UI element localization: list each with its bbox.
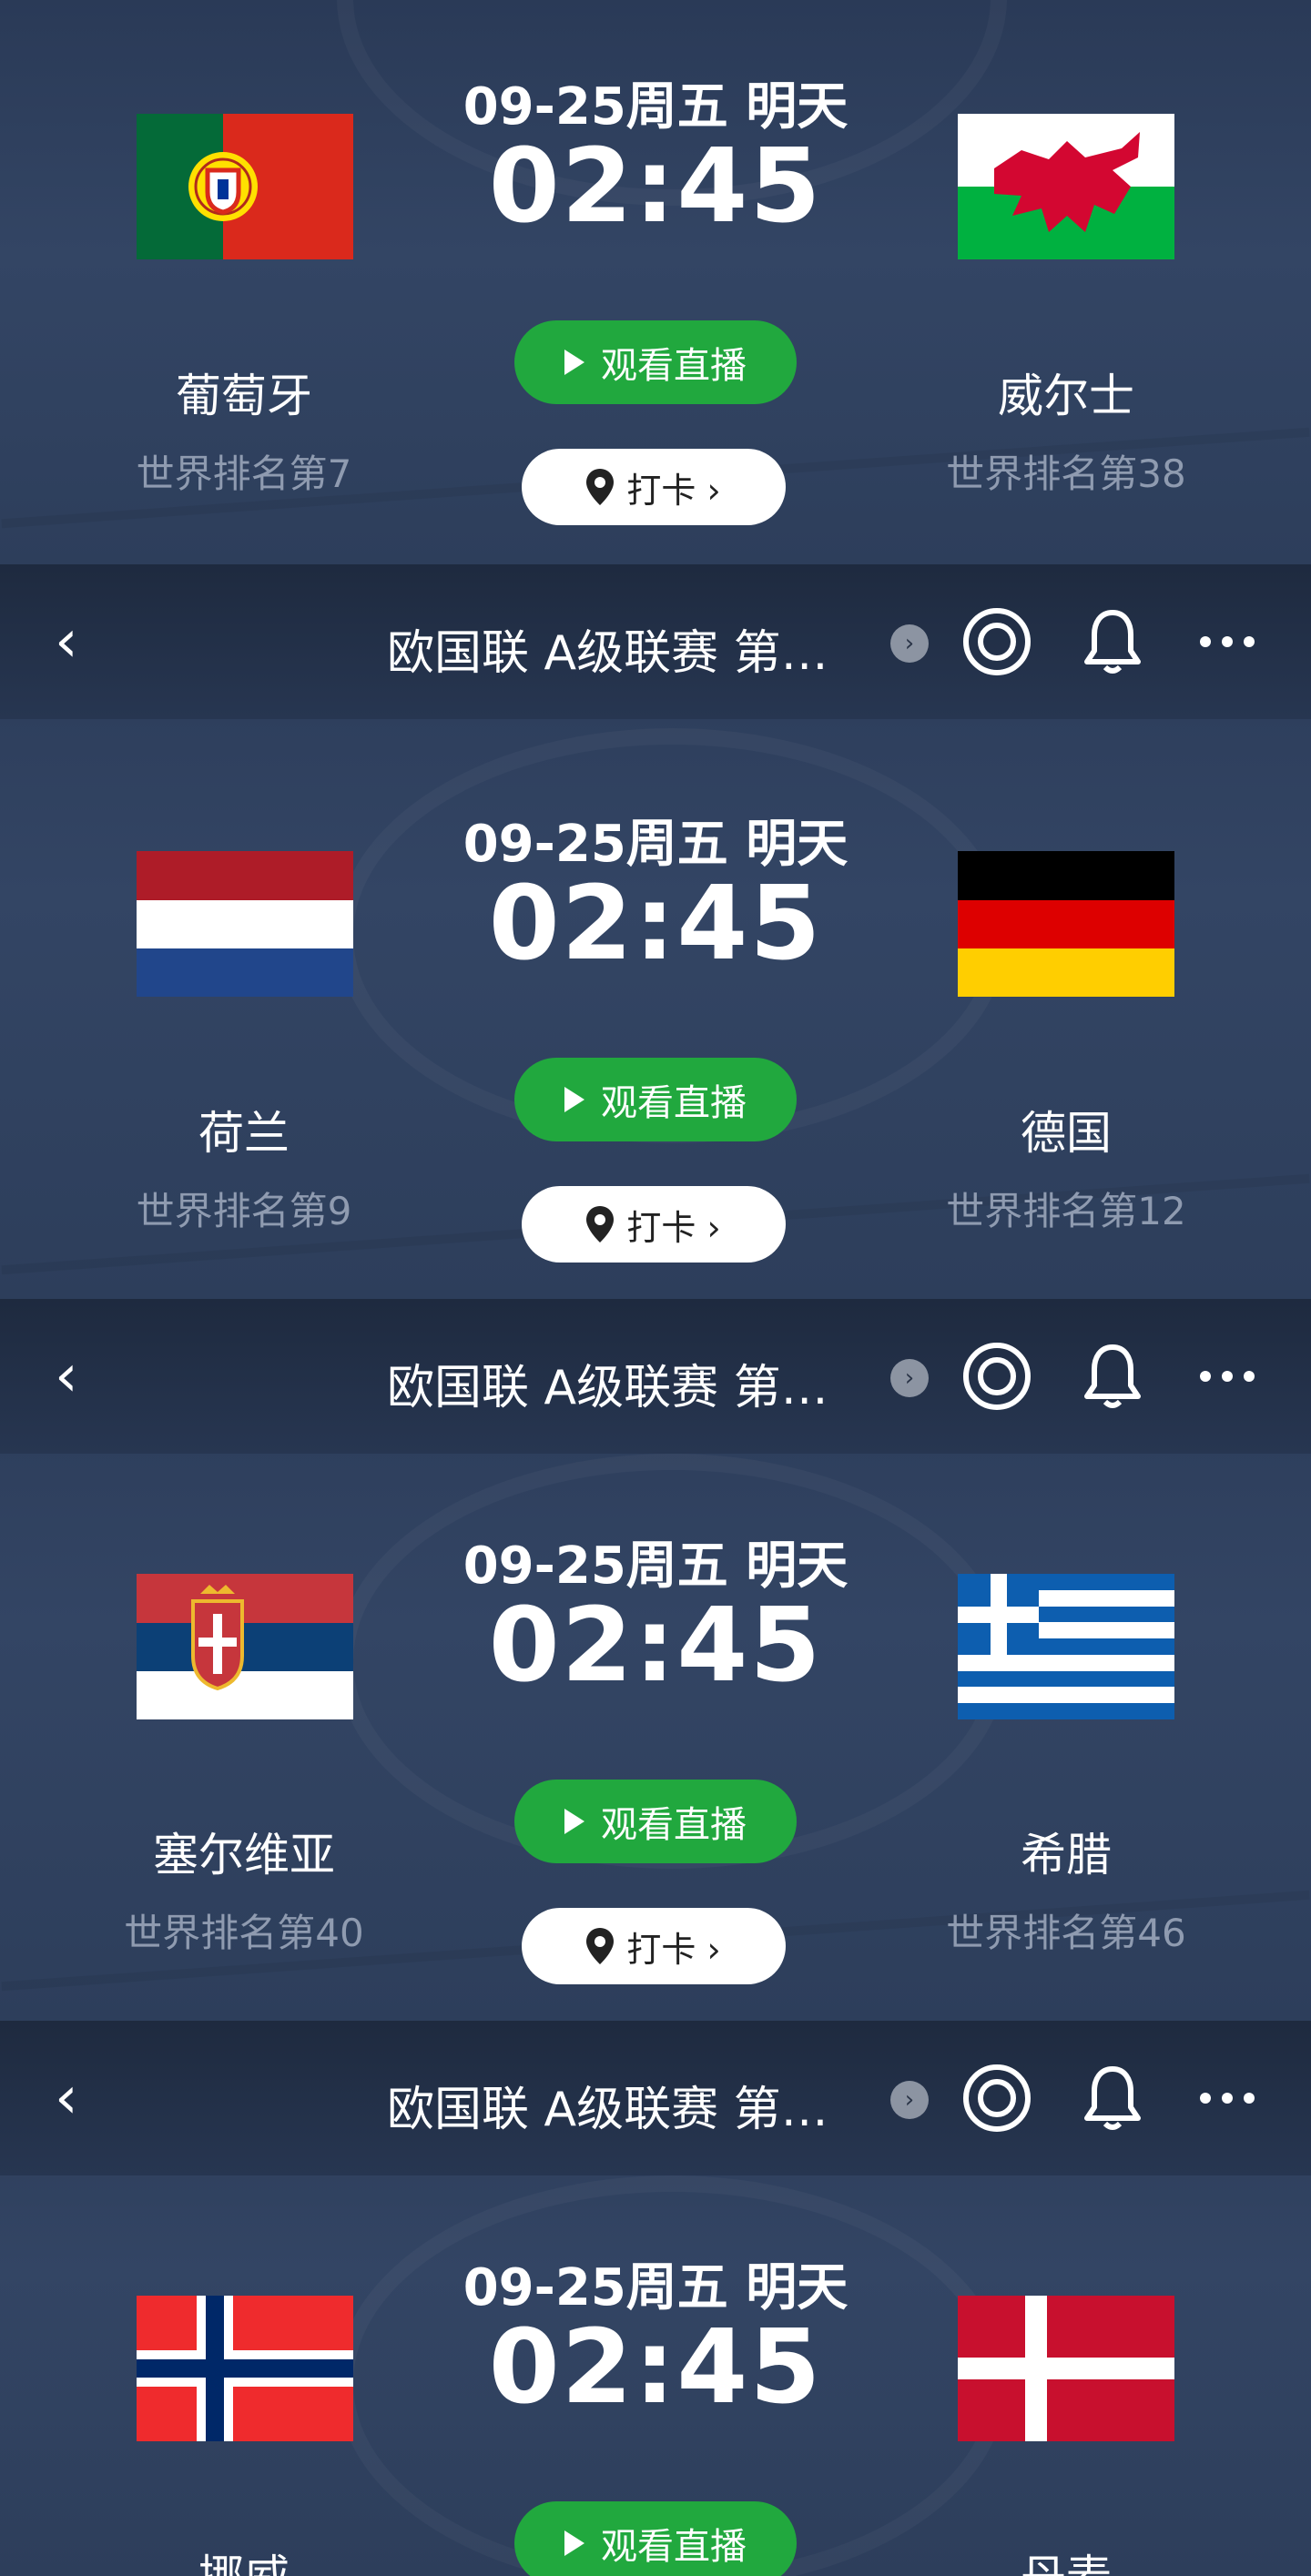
- flag-germany-icon: [958, 851, 1174, 997]
- bell-icon[interactable]: [1076, 2062, 1149, 2135]
- watch-live-label: 观看直播: [601, 345, 747, 387]
- play-icon: [564, 2530, 584, 2556]
- back-button[interactable]: ‹: [55, 610, 109, 674]
- home-team-rank: 世界排名第9: [136, 1189, 352, 1233]
- back-button[interactable]: ‹: [55, 2066, 109, 2130]
- flag-norway-icon: [137, 2296, 353, 2441]
- flag-portugal-icon: [137, 114, 353, 259]
- location-pin-icon: [586, 1206, 615, 1242]
- more-icon[interactable]: [1191, 2062, 1264, 2135]
- watch-live-button[interactable]: 观看直播: [514, 320, 797, 404]
- flag-denmark-icon: [958, 2296, 1174, 2441]
- home-team-name: 塞尔维亚: [153, 1829, 335, 1881]
- nav-bar: ‹ 欧国联 A级联赛 第… ›: [0, 1299, 1311, 1454]
- checkin-label: 打卡 ›: [626, 1929, 721, 1970]
- away-team-name: 威尔士: [998, 370, 1134, 422]
- title-chevron-icon[interactable]: ›: [890, 1359, 929, 1397]
- watch-live-button[interactable]: 观看直播: [514, 1780, 797, 1863]
- checkin-label: 打卡 ›: [626, 1207, 721, 1248]
- play-icon: [564, 1087, 584, 1112]
- match-card-4: ‹ 欧国联 A级联赛 第… › 09-25周五 明天 02:45 挪威 丹麦 观…: [0, 2021, 1311, 2576]
- more-icon[interactable]: [1191, 605, 1264, 678]
- nav-bar: ‹ 欧国联 A级联赛 第… ›: [0, 2021, 1311, 2175]
- watch-live-label: 观看直播: [601, 1804, 747, 1846]
- target-icon[interactable]: [960, 2062, 1033, 2135]
- target-icon[interactable]: [960, 605, 1033, 678]
- title-chevron-icon[interactable]: ›: [890, 2081, 929, 2119]
- checkin-button[interactable]: 打卡 ›: [522, 449, 786, 525]
- page-title[interactable]: 欧国联 A级联赛 第…: [387, 614, 828, 683]
- back-button[interactable]: ‹: [55, 1344, 109, 1408]
- flag-greece-icon: [958, 1574, 1174, 1719]
- match-card-1: 09-25周五 明天 02:45 葡萄牙 世界排名第7 威尔士 世界排名第38 …: [0, 0, 1311, 564]
- play-icon: [564, 350, 584, 375]
- watch-live-label: 观看直播: [601, 1082, 747, 1124]
- page-title[interactable]: 欧国联 A级联赛 第…: [387, 2071, 828, 2139]
- away-team-rank: 世界排名第46: [946, 1911, 1186, 1955]
- away-team-name: 德国: [1021, 1107, 1112, 1160]
- away-team-name: 丹麦: [875, 2541, 1257, 2576]
- away-team-rank: 世界排名第12: [946, 1189, 1186, 1233]
- flag-netherlands-icon: [137, 851, 353, 997]
- target-icon[interactable]: [960, 1340, 1033, 1413]
- watch-live-label: 观看直播: [601, 2526, 747, 2568]
- more-icon[interactable]: [1191, 1340, 1264, 1413]
- checkin-button[interactable]: 打卡 ›: [522, 1186, 786, 1263]
- title-chevron-icon[interactable]: ›: [890, 624, 929, 663]
- bell-icon[interactable]: [1076, 605, 1149, 678]
- watch-live-button[interactable]: 观看直播: [514, 1058, 797, 1141]
- match-card-2: ‹ 欧国联 A级联赛 第… › 09-25周五 明天 02:45 荷兰 世界排名…: [0, 564, 1311, 1299]
- page-title[interactable]: 欧国联 A级联赛 第…: [387, 1349, 828, 1417]
- home-team-name: 荷兰: [198, 1107, 290, 1160]
- watch-live-button[interactable]: 观看直播: [514, 2501, 797, 2576]
- match-card-3: ‹ 欧国联 A级联赛 第… › 09-25周五 明天 02:45 塞尔维亚 世界…: [0, 1299, 1311, 2021]
- flag-wales-icon: [958, 114, 1174, 259]
- home-team-name: 挪威: [53, 2541, 435, 2576]
- flag-serbia-icon: [137, 1574, 353, 1719]
- checkin-button[interactable]: 打卡 ›: [522, 1908, 786, 1984]
- away-team-rank: 世界排名第38: [946, 451, 1186, 496]
- checkin-label: 打卡 ›: [626, 470, 721, 511]
- home-team-rank: 世界排名第40: [124, 1911, 364, 1955]
- play-icon: [564, 1809, 584, 1834]
- home-team-rank: 世界排名第7: [136, 451, 352, 496]
- location-pin-icon: [586, 469, 615, 505]
- away-team-name: 希腊: [1021, 1829, 1112, 1881]
- home-team-name: 葡萄牙: [176, 370, 312, 422]
- nav-bar: ‹ 欧国联 A级联赛 第… ›: [0, 564, 1311, 719]
- location-pin-icon: [586, 1928, 615, 1964]
- bell-icon[interactable]: [1076, 1340, 1149, 1413]
